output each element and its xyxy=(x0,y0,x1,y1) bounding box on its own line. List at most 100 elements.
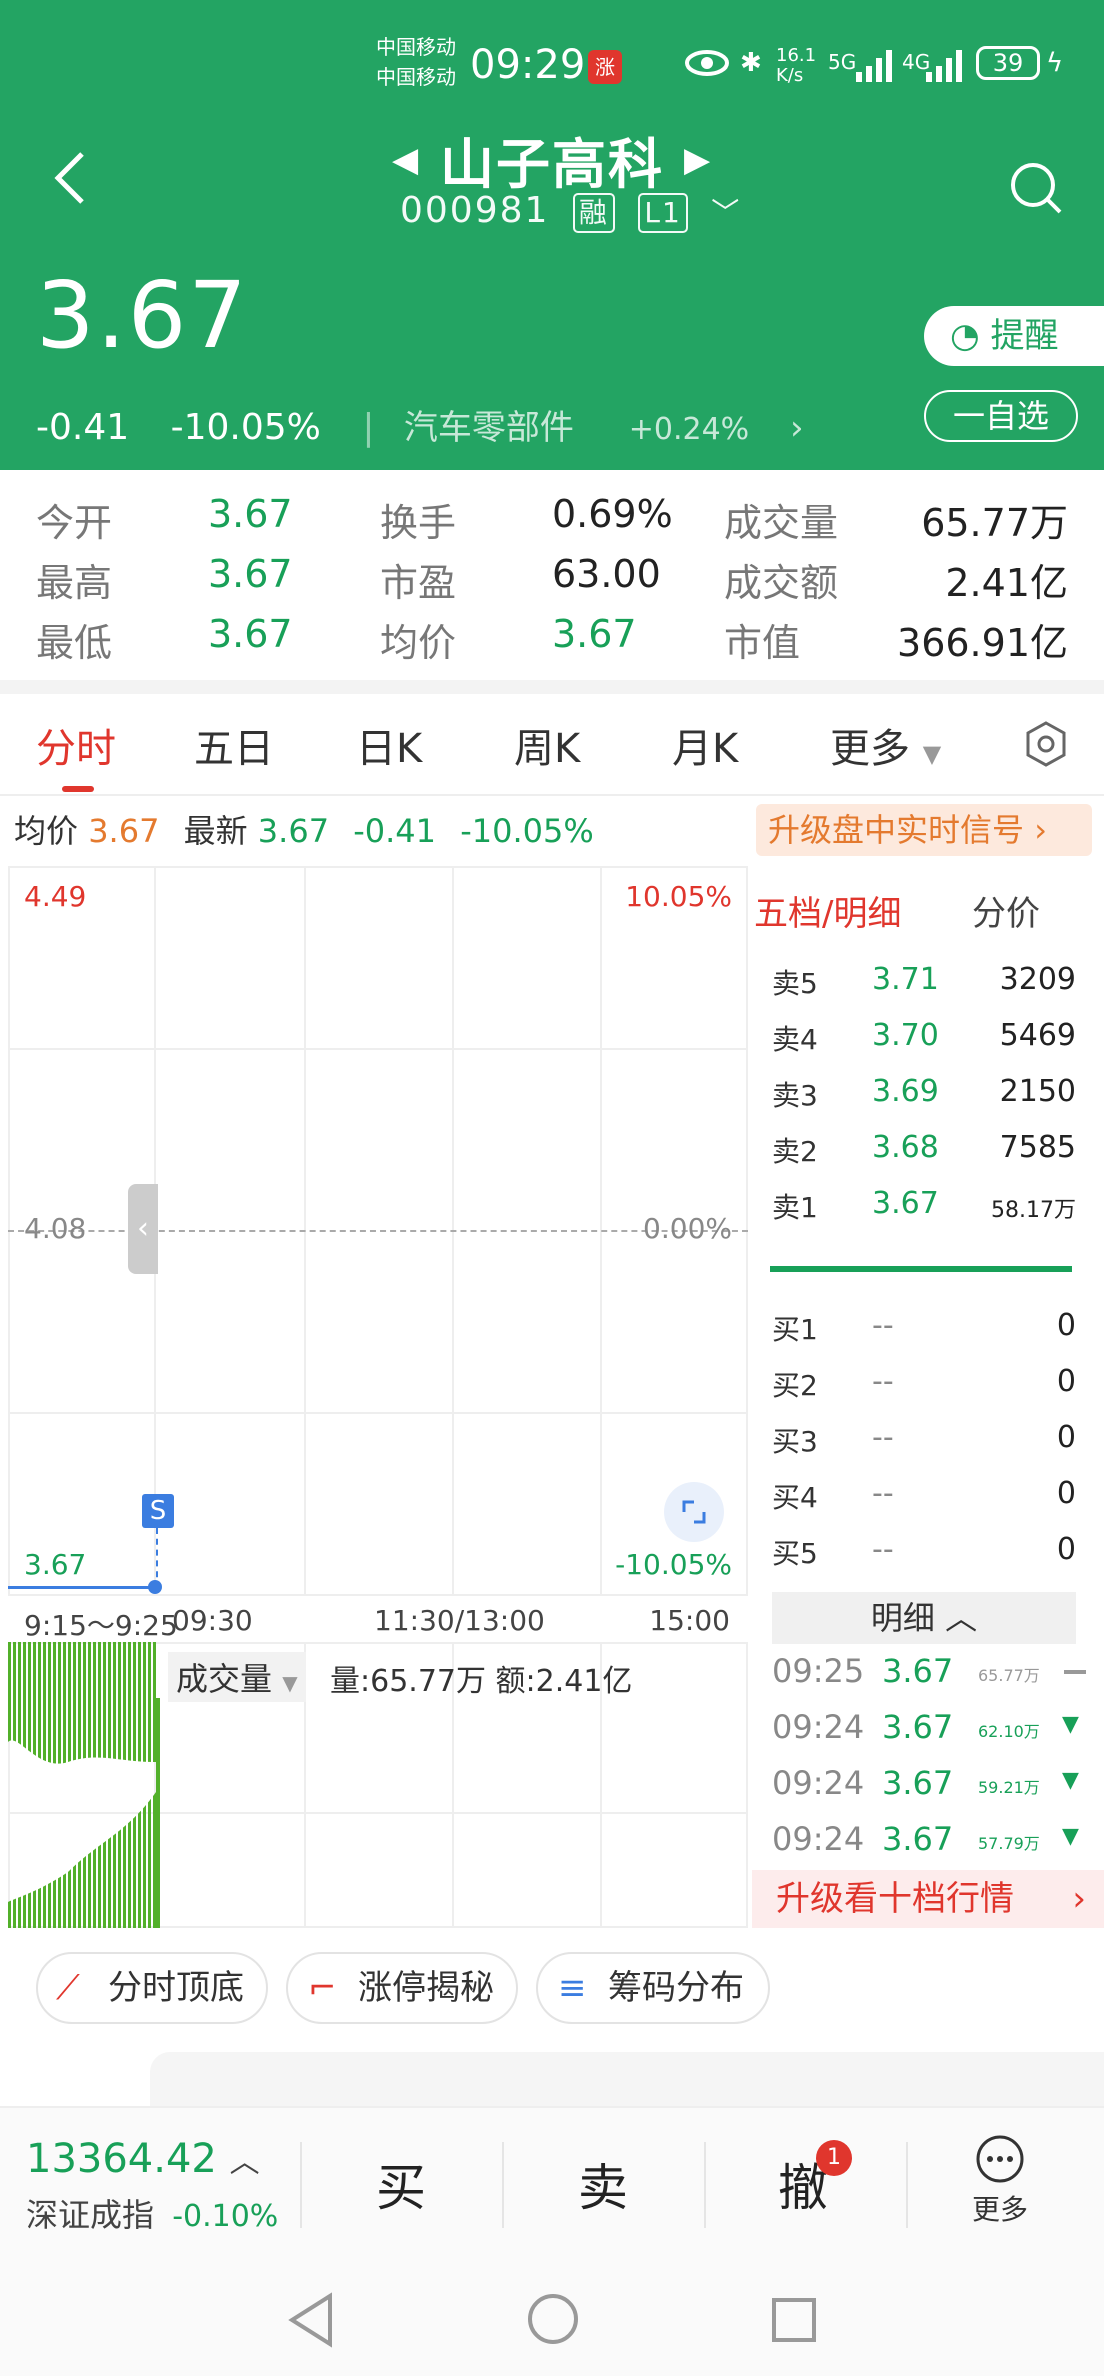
latest-change: -0.41 xyxy=(353,812,437,850)
ask-qty: 3209 xyxy=(999,962,1076,997)
time-label: 15:00 xyxy=(649,1604,730,1637)
bid-label: 买3 xyxy=(772,1425,818,1458)
bid-row: 买1 -- 0 xyxy=(772,1308,1092,1348)
tab-intraday[interactable]: 分时 xyxy=(36,716,116,774)
stat-value: 366.91亿 xyxy=(897,621,1068,665)
more-button[interactable]: 更多 xyxy=(970,2134,1030,2228)
divider xyxy=(906,2142,908,2228)
ask-label: 卖2 xyxy=(772,1135,818,1168)
latest-label: 最新 xyxy=(183,812,248,850)
add-watchlist-button[interactable]: 一自选 xyxy=(924,390,1078,442)
stat-value: 3.67 xyxy=(208,552,293,596)
ask-row: 卖5 3.71 3209 xyxy=(772,962,1092,1002)
tab-five-day[interactable]: 五日 xyxy=(194,716,274,774)
index-name-row: 深证成指 -0.10% xyxy=(26,2190,278,2236)
cancel-badge: 1 xyxy=(816,2140,852,2176)
ask-qty: 2150 xyxy=(999,1074,1076,1109)
clock: 09:29 xyxy=(470,42,586,88)
bid-price: -- xyxy=(872,1308,894,1343)
search-icon[interactable] xyxy=(1008,160,1064,216)
stock-code-row[interactable]: 000981 融 L1 ﹀ xyxy=(400,190,741,233)
caret-down-icon: ▼ xyxy=(282,1671,298,1695)
price-top-label: 4.49 xyxy=(24,880,87,913)
bid-qty: 0 xyxy=(1056,1420,1076,1455)
tab-month-k[interactable]: 月K xyxy=(672,716,738,774)
time-label: 11:30/13:00 xyxy=(374,1604,545,1637)
trade-row: 09:24 3.67 57.79万 ▼ xyxy=(772,1820,1092,1858)
feature-label: 涨停揭秘 xyxy=(358,1968,494,2008)
next-stock-icon[interactable]: ▶ xyxy=(684,140,710,180)
tab-day-k[interactable]: 日K xyxy=(356,716,422,774)
nav-back-icon[interactable] xyxy=(286,2292,336,2352)
title-row: ◀ 山子高科 ▶ 000981 融 L1 ﹀ xyxy=(0,120,1104,240)
more-label: 更多 xyxy=(971,2193,1028,2226)
quote-info-line: 均价 3.67 最新 3.67 -0.41 -10.05% xyxy=(14,806,594,852)
section-divider xyxy=(0,680,1104,694)
news-card-edge xyxy=(150,2052,1104,2106)
cancel-order-button[interactable]: 撤 1 xyxy=(778,2140,852,2220)
signal-marker[interactable]: S xyxy=(142,1494,174,1528)
volume-indicator-select[interactable]: 成交量 ▼ xyxy=(168,1652,306,1702)
upgrade-signal-button[interactable]: 升级盘中实时信号 › xyxy=(756,804,1092,856)
nav-recents-icon[interactable] xyxy=(770,2296,818,2348)
bluetooth-icon: ✱ xyxy=(740,48,762,78)
tab-price-dist[interactable]: 分价 xyxy=(972,886,1040,935)
trade-time: 09:24 xyxy=(772,1820,865,1858)
tab-more[interactable]: 更多 ▼ xyxy=(830,716,941,774)
ask-qty: 7585 xyxy=(999,1130,1076,1165)
upgrade-signal-label: 升级盘中实时信号 xyxy=(768,811,1025,849)
trade-price: 3.67 xyxy=(882,1708,954,1746)
index-value-row: 13364.42 ︿ xyxy=(26,2136,260,2182)
stat-label: 市值 xyxy=(724,621,801,665)
chevron-up-icon: ︿ xyxy=(229,2145,260,2180)
detail-toggle[interactable]: 明细 ︿ xyxy=(772,1592,1076,1644)
sell-button[interactable]: 卖 xyxy=(578,2148,628,2220)
signal-icon-1 xyxy=(856,48,896,89)
stat-value: 63.00 xyxy=(552,552,661,596)
feature-limit-up[interactable]: ⌐ 涨停揭秘 xyxy=(286,1952,518,2024)
trade-price: 3.67 xyxy=(882,1764,954,1802)
tab-week-k[interactable]: 周K xyxy=(514,716,580,774)
stat-label: 最低 xyxy=(36,621,113,665)
ask-price: 3.68 xyxy=(872,1130,939,1165)
ask-price: 3.67 xyxy=(872,1186,939,1221)
tab-five-level[interactable]: 五档/明细 xyxy=(754,886,901,935)
margin-badge: 融 xyxy=(572,193,615,233)
stat-value: 2.41亿 xyxy=(945,561,1068,605)
upgrade-ten-level-button[interactable]: 升级看十档行情 › xyxy=(752,1870,1104,1928)
chevron-right-icon: › xyxy=(790,408,804,448)
bid-row: 买2 -- 0 xyxy=(772,1364,1092,1404)
battery-indicator: 39 xyxy=(976,46,1040,80)
divider xyxy=(502,2142,504,2228)
bid-price: -- xyxy=(872,1532,894,1567)
change-row: -0.41 -10.05% | 汽车零部件 +0.24% › xyxy=(36,400,864,449)
price-mid-label: 4.08 xyxy=(24,1212,87,1245)
buy-button[interactable]: 买 xyxy=(376,2148,426,2220)
collapse-handle[interactable]: ‹ xyxy=(128,1184,158,1274)
ask-label: 卖5 xyxy=(772,967,818,1000)
stat-label: 成交量 xyxy=(724,501,839,545)
signal-line xyxy=(156,1528,158,1588)
fullscreen-icon[interactable] xyxy=(664,1482,724,1542)
remind-button[interactable]: ◔ 提醒 xyxy=(924,306,1104,366)
flat-icon xyxy=(1064,1670,1086,1674)
stat-label: 最高 xyxy=(36,561,113,605)
divider xyxy=(704,2142,706,2228)
detail-label: 明细 xyxy=(870,1599,935,1637)
feature-intraday-top-bottom[interactable]: ⟋ 分时顶底 xyxy=(36,1952,268,2024)
pct-top-label: 10.05% xyxy=(625,880,732,913)
nav-home-icon[interactable] xyxy=(526,2292,580,2350)
index-value: 13364.42 xyxy=(26,2136,217,2182)
bid-qty: 0 xyxy=(1056,1364,1076,1399)
sector-link[interactable]: 汽车零部件 +0.24% › xyxy=(404,408,834,448)
index-pct: -0.10% xyxy=(172,2199,279,2234)
latest-value: 3.67 xyxy=(257,812,330,850)
feature-chip-distribution[interactable]: ≡ 筹码分布 xyxy=(536,1952,770,2024)
trade-price: 3.67 xyxy=(882,1652,954,1690)
trade-row: 09:24 3.67 59.21万 ▼ xyxy=(772,1764,1092,1802)
stats-panel: 今开 3.67 换手 0.69% 成交量 65.77万 最高 3.67 市盈 6… xyxy=(0,490,1104,676)
level-badge: L1 xyxy=(638,193,688,233)
stat-value: 3.67 xyxy=(208,612,293,656)
settings-icon[interactable] xyxy=(1022,720,1070,772)
time-label: 09:30 xyxy=(172,1604,253,1637)
